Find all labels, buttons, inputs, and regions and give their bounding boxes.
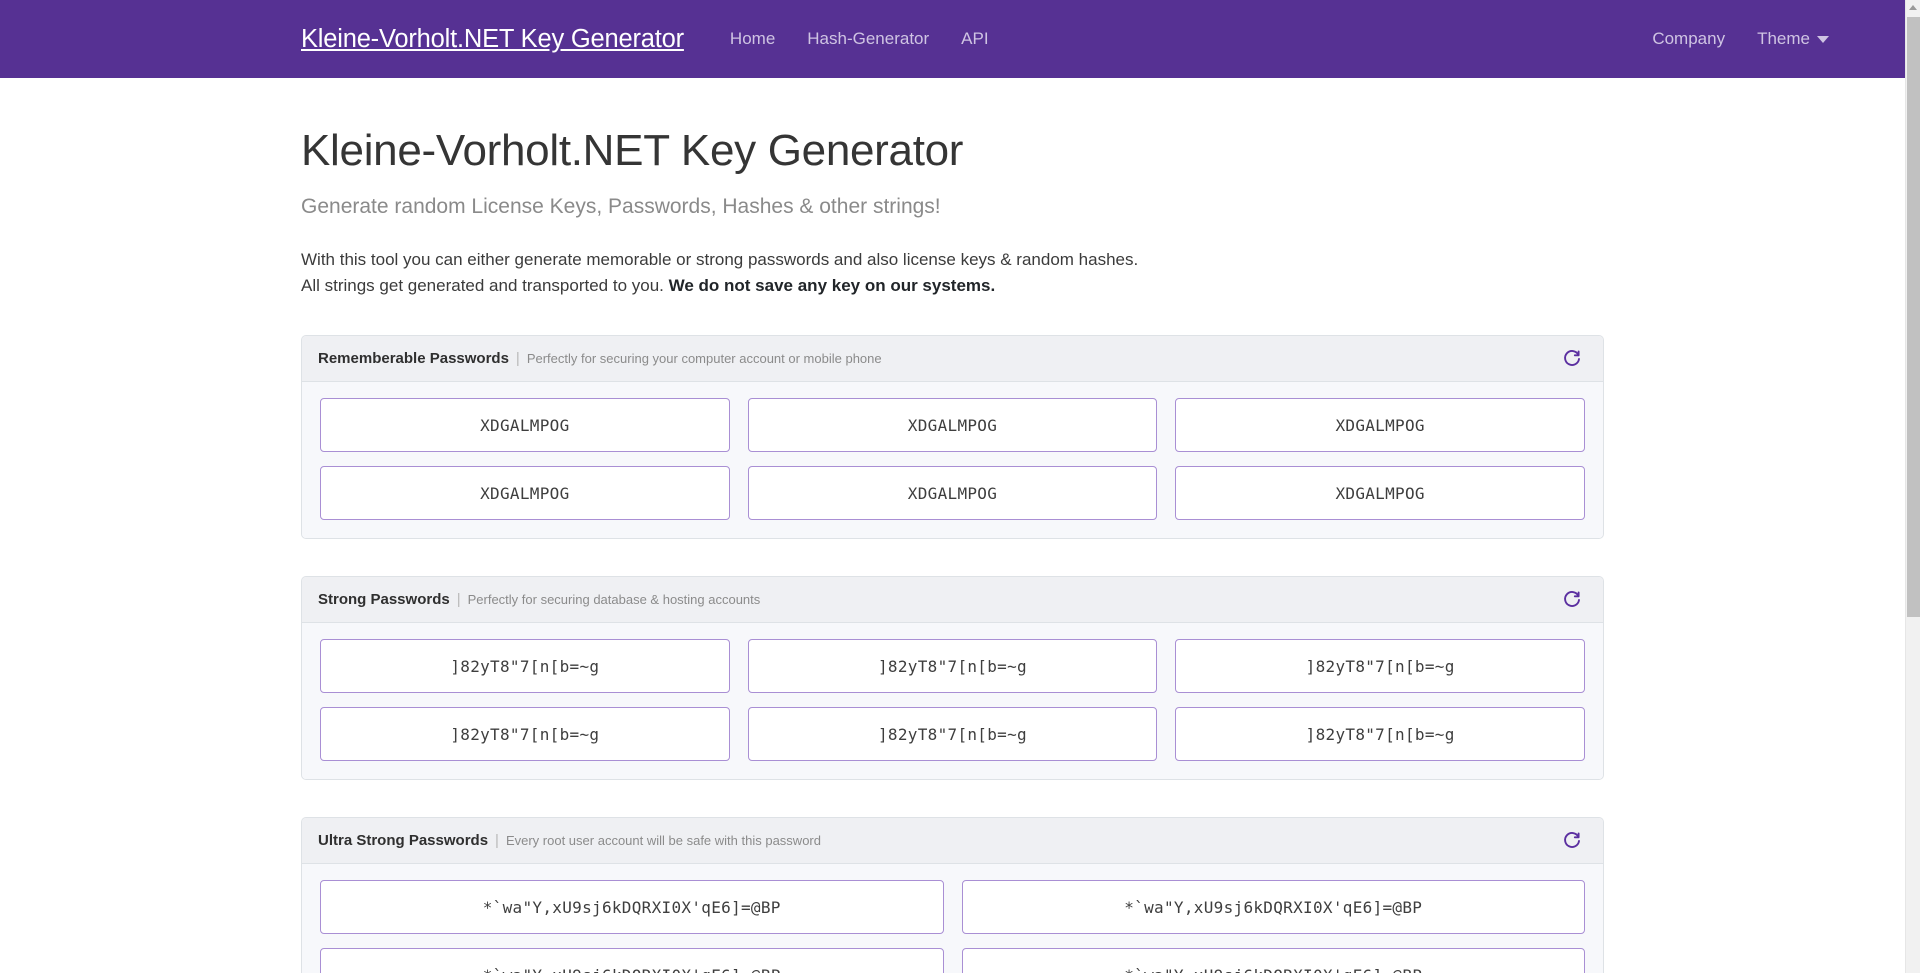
card-header: Rememberable Passwords | Perfectly for s… [302, 336, 1603, 383]
key-grid: ]82yT8"7[n[b=~g ]82yT8"7[n[b=~g ]82yT8"7… [320, 639, 1585, 762]
key-box[interactable]: *`wa"Y,xU9sj6kDQRXI0X'qE6]=@BP [961, 880, 1585, 935]
refresh-icon [1564, 349, 1580, 366]
card-header: Strong Passwords | Perfectly for securin… [302, 577, 1603, 624]
card-rememberable-passwords: Rememberable Passwords | Perfectly for s… [301, 335, 1604, 540]
key-box[interactable]: ]82yT8"7[n[b=~g [320, 707, 730, 762]
nav-link-home[interactable]: Home [714, 29, 791, 49]
card-subtitle: Perfectly for securing database & hostin… [467, 592, 761, 608]
browser-viewport: Kleine-Vorholt.NET Key Generator Home Ha… [0, 0, 1905, 973]
intro-line-2: All strings get generated and transporte… [301, 275, 669, 295]
key-grid: *`wa"Y,xU9sj6kDQRXI0X'qE6]=@BP *`wa"Y,xU… [320, 880, 1585, 973]
page-scrollbar[interactable] [1905, 0, 1920, 973]
key-box[interactable]: ]82yT8"7[n[b=~g [320, 639, 730, 694]
key-grid: XDGALMPOG XDGALMPOG XDGALMPOG XDGALMPOG … [320, 398, 1585, 521]
nav-link-api[interactable]: API [945, 29, 1004, 49]
refresh-icon [1564, 590, 1580, 607]
key-box[interactable]: XDGALMPOG [747, 466, 1158, 521]
key-box[interactable]: *`wa"Y,xU9sj6kDQRXI0X'qE6]=@BP [320, 948, 944, 973]
key-box[interactable]: XDGALMPOG [1175, 466, 1585, 521]
navbar-primary-links: Home Hash-Generator API [714, 29, 1005, 49]
refresh-icon [1564, 831, 1580, 848]
key-box[interactable]: ]82yT8"7[n[b=~g [1175, 707, 1585, 762]
card-title-separator: | [456, 591, 461, 609]
key-box[interactable]: *`wa"Y,xU9sj6kDQRXI0X'qE6]=@BP [961, 948, 1585, 973]
refresh-button[interactable] [1559, 346, 1585, 372]
card-header: Ultra Strong Passwords | Every root user… [302, 818, 1603, 865]
card-body: XDGALMPOG XDGALMPOG XDGALMPOG XDGALMPOG … [302, 382, 1603, 539]
card-title: Rememberable Passwords [318, 350, 509, 368]
card-subtitle: Every root user account will be safe wit… [505, 833, 821, 849]
key-box[interactable]: XDGALMPOG [320, 466, 730, 521]
key-box[interactable]: XDGALMPOG [320, 398, 730, 453]
navbar-inner: Kleine-Vorholt.NET Key Generator Home Ha… [0, 25, 1905, 54]
key-box[interactable]: ]82yT8"7[n[b=~g [747, 707, 1158, 762]
card-body: *`wa"Y,xU9sj6kDQRXI0X'qE6]=@BP *`wa"Y,xU… [302, 864, 1603, 973]
refresh-button[interactable] [1559, 587, 1585, 613]
card-title-separator: | [495, 832, 499, 850]
navbar-brand[interactable]: Kleine-Vorholt.NET Key Generator [301, 25, 684, 54]
intro-line-2-bold: We do not save any key on our systems. [668, 275, 996, 295]
nav-link-hash-generator[interactable]: Hash-Generator [791, 29, 945, 49]
page-lead: Generate random License Keys, Passwords,… [301, 194, 941, 218]
key-box[interactable]: *`wa"Y,xU9sj6kDQRXI0X'qE6]=@BP [320, 880, 944, 935]
card-body: ]82yT8"7[n[b=~g ]82yT8"7[n[b=~g ]82yT8"7… [302, 623, 1603, 780]
page-title: Kleine-Vorholt.NET Key Generator [301, 126, 964, 175]
page-intro: With this tool you can either generate m… [301, 247, 1604, 298]
intro-line-1: With this tool you can either generate m… [301, 250, 1139, 270]
card-strong-passwords: Strong Passwords | Perfectly for securin… [301, 576, 1604, 781]
refresh-button[interactable] [1559, 828, 1585, 854]
card-subtitle: Perfectly for securing your computer acc… [526, 351, 882, 367]
triangle-up-icon[interactable] [1909, 5, 1917, 10]
page-root: Kleine-Vorholt.NET Key Generator Home Ha… [0, 0, 1920, 973]
card-title: Strong Passwords [318, 591, 450, 609]
main-container: Kleine-Vorholt.NET Key Generator Generat… [0, 78, 1905, 973]
nav-link-company[interactable]: Company [1636, 29, 1741, 49]
key-box[interactable]: XDGALMPOG [747, 398, 1158, 453]
card-title-separator: | [515, 350, 520, 368]
key-box[interactable]: ]82yT8"7[n[b=~g [747, 639, 1158, 694]
key-box[interactable]: XDGALMPOG [1175, 398, 1585, 453]
key-box[interactable]: ]82yT8"7[n[b=~g [1175, 639, 1585, 694]
card-title: Ultra Strong Passwords [318, 832, 489, 850]
scrollbar-thumb[interactable] [1907, 17, 1920, 617]
nav-dropdown-theme-label: Theme [1757, 29, 1810, 48]
top-navbar: Kleine-Vorholt.NET Key Generator Home Ha… [0, 0, 1905, 78]
nav-dropdown-theme[interactable]: Theme [1741, 29, 1845, 49]
card-ultra-strong-passwords: Ultra Strong Passwords | Every root user… [301, 817, 1604, 973]
navbar-secondary-links: Company Theme [1636, 29, 1845, 49]
chevron-down-icon [1817, 36, 1829, 44]
